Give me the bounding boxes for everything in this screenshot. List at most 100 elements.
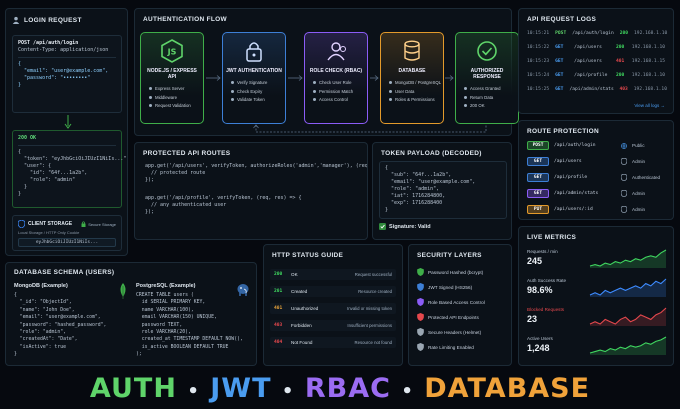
log-row: 10:15:21 POST/api/auth/login 200 192.168.1.… [519,31,673,36]
status-name: OK [291,272,298,277]
log-status: 403 [619,87,628,92]
stored-token: eyJhbGciOiJIUzI1NiIs... [18,238,116,247]
client-storage-box: CLIENT STORAGE Secure Storage Local Stor… [12,215,122,251]
code-line: } [18,82,22,88]
access-icon [621,142,627,149]
code-line: app.get('/api/users', verifyToken, autho… [145,163,368,169]
metric-value: 1,248 [527,343,550,353]
http-status-row: 404 Not Found Resource not found [270,337,396,348]
code-line: "token": "eyJhbGciOiJIUzI1NiIs...", [18,156,128,162]
log-path: /api/auth/login [572,31,614,36]
security-shield-icon [417,328,424,336]
http-title: HTTP STATUS GUIDE [272,252,344,259]
login-request-box: POST /api/auth/login Content-Type: appli… [12,35,122,113]
security-layer: JWT Signed (HS256) [409,283,511,291]
log-row: 10:15:23 GET/api/users 401 192.168.1.15 [519,59,673,64]
log-row: 10:15:22 GET/api/users 200 192.168.1.10 [519,45,673,50]
view-all-logs-link[interactable]: View all logs → [634,103,665,108]
protection-row: PUT/api/users/:id Admin [519,205,673,214]
code-line: }); [145,209,155,215]
banner-title: AUTH • JWT • RBAC • DATABASE [0,373,680,404]
security-layer-label: Password Hashed (bcrypt) [428,269,484,275]
log-method: GET [555,73,564,78]
protection-row: GET/api/profile Authenticated [519,173,673,182]
log-row: 10:15:24 GET/api/profile 200 192.168.1.10 [519,73,673,78]
route-code-users: app.get('/api/users', verifyToken, autho… [145,163,368,184]
security-layers-panel: SECURITY LAYERS Password Hashed (bcrypt)… [408,244,512,366]
payload-title: TOKEN PAYLOAD (DECODED) [381,150,482,157]
access-icon [621,190,627,197]
log-status: 200 [616,45,625,50]
code-line: "role": "admin", [385,186,440,192]
code-line: name VARCHAR(100), [136,307,194,313]
log-time: 10:15:21 [527,31,550,36]
access-icon [621,158,627,165]
shield-icon [621,190,627,197]
security-shield-icon [417,268,424,276]
code-line: "role": "admin", [14,330,66,336]
log-path: /api/users [574,59,602,64]
security-layer-label: Protected API Endpoints [428,314,479,320]
payload-code: { "sub": "64f...1a2b", "email": "user@ex… [385,165,501,214]
shield-icon [18,220,25,228]
log-ip: 192.168.1.10 [631,73,665,78]
security-layer-label: Role Based Access Control [428,299,485,305]
code-line: "createdAt": "Date", [14,337,78,343]
status-name: Unauthorized [291,306,319,311]
security-shield-icon [417,283,424,291]
flow-connectors [206,75,487,133]
signature-status: Signature: Valid [389,223,431,230]
access-icon [621,174,627,181]
route-path: /api/auth/login [554,143,596,148]
shield-icon [621,174,627,181]
metric-label: Blocked Requests [527,307,565,312]
banner-dot-3: • [401,381,414,402]
mongodb-leaf-icon [120,283,126,299]
code-line: created_at TIMESTAMP DEFAULT NOW(), [136,337,243,343]
log-ip: 192.168.1.10 [631,45,665,50]
code-line: "sub": "64f...1a2b", [385,172,452,178]
status-name: Not Found [291,340,313,345]
log-ip: 192.168.1.10 [633,87,667,92]
code-line: "email": "user@example.com", [385,179,476,185]
metric-sparkline [589,307,667,326]
code-line: role VARCHAR(20), [136,330,191,336]
security-shield-icon [417,313,424,321]
code-line: // protected route [145,170,206,176]
code-line: { [18,149,22,155]
request-line: POST /api/auth/login [18,40,79,46]
code-line: id SERIAL PRIMARY KEY, [136,300,206,306]
security-layer: Role Based Access Control [409,298,511,306]
status-desc: Insufficient permissions [347,323,392,328]
access-level: Public [632,143,645,148]
route-path: /api/users [554,159,582,164]
log-path: /api/profile [574,73,608,78]
log-status: 401 [616,59,625,64]
http-status-row: 401 Unauthorized Invalid or missing token [270,303,396,314]
code-line: { [18,61,22,67]
status-code: 403 [274,323,283,328]
banner-dot-1: • [187,381,200,402]
metric-label: Active Users [527,336,553,341]
user-icon [12,16,20,24]
login-response-box: 200 OK { "token": "eyJhbGciOiJIUzI1NiIs.… [12,130,128,208]
code-line: "email": "user@example.com", [18,68,109,74]
metric-value: 23 [527,314,538,324]
shield-icon [621,158,627,165]
status-desc: Request successful [354,272,392,277]
http-status-row: 403 Forbidden Insufficient permissions [270,320,396,331]
protected-routes-panel: PROTECTED API ROUTES app.get('/api/users… [134,142,368,240]
code-line: "exp": 1716288400 [385,200,443,206]
banner-jwt: JWT [210,373,272,404]
code-line: "isActive": true [14,344,66,350]
log-ip: 192.168.1.10 [634,31,668,36]
code-line: { [14,293,17,298]
token-payload-panel: TOKEN PAYLOAD (DECODED) { "sub": "64f...… [372,142,512,240]
login-request-panel: LOGIN REQUEST POST /api/auth/login Conte… [5,8,128,256]
schema-title: DATABASE SCHEMA (USERS) [14,269,115,276]
code-line: "_id": "ObjectId", [14,300,72,306]
method-badge: GET [527,157,549,166]
method-badge: PUT [527,205,549,214]
log-status: 200 [616,73,625,78]
code-line: "iat": 1716284800, [385,193,446,199]
